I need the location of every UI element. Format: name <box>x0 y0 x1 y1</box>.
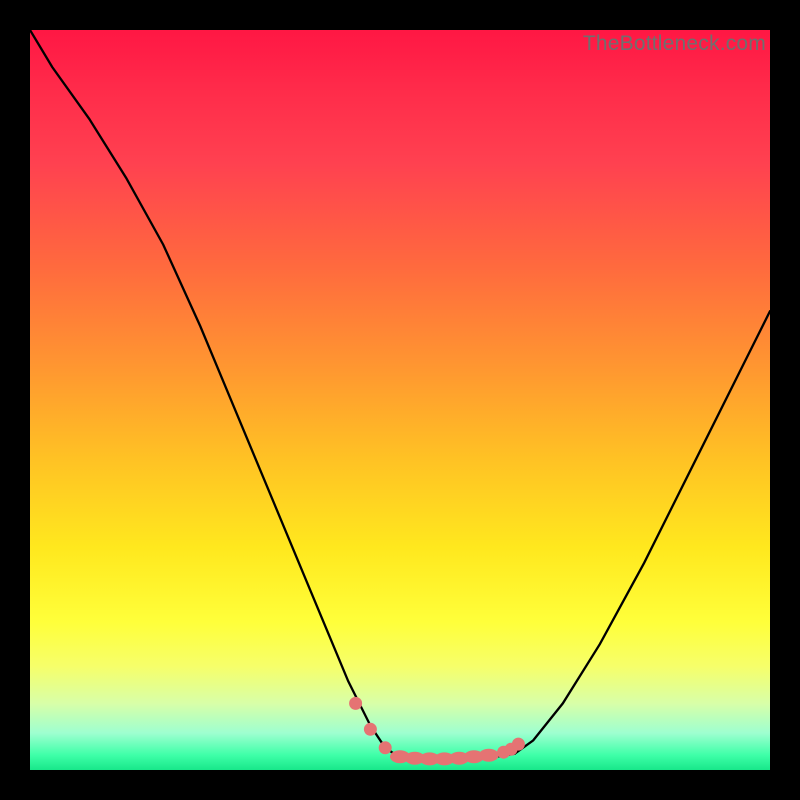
chart-frame: TheBottleneck.com <box>0 0 800 800</box>
valley-marker <box>364 723 377 736</box>
valley-marker-layer <box>349 697 525 766</box>
chart-svg <box>30 30 770 770</box>
plot-area <box>30 30 770 770</box>
right-curve-path <box>515 311 770 754</box>
valley-marker <box>512 738 525 751</box>
valley-marker <box>349 697 362 710</box>
valley-marker <box>479 749 499 762</box>
line-layer <box>30 30 770 759</box>
valley-marker <box>379 741 392 754</box>
left-curve-path <box>30 30 396 755</box>
watermark-text: TheBottleneck.com <box>583 32 766 56</box>
